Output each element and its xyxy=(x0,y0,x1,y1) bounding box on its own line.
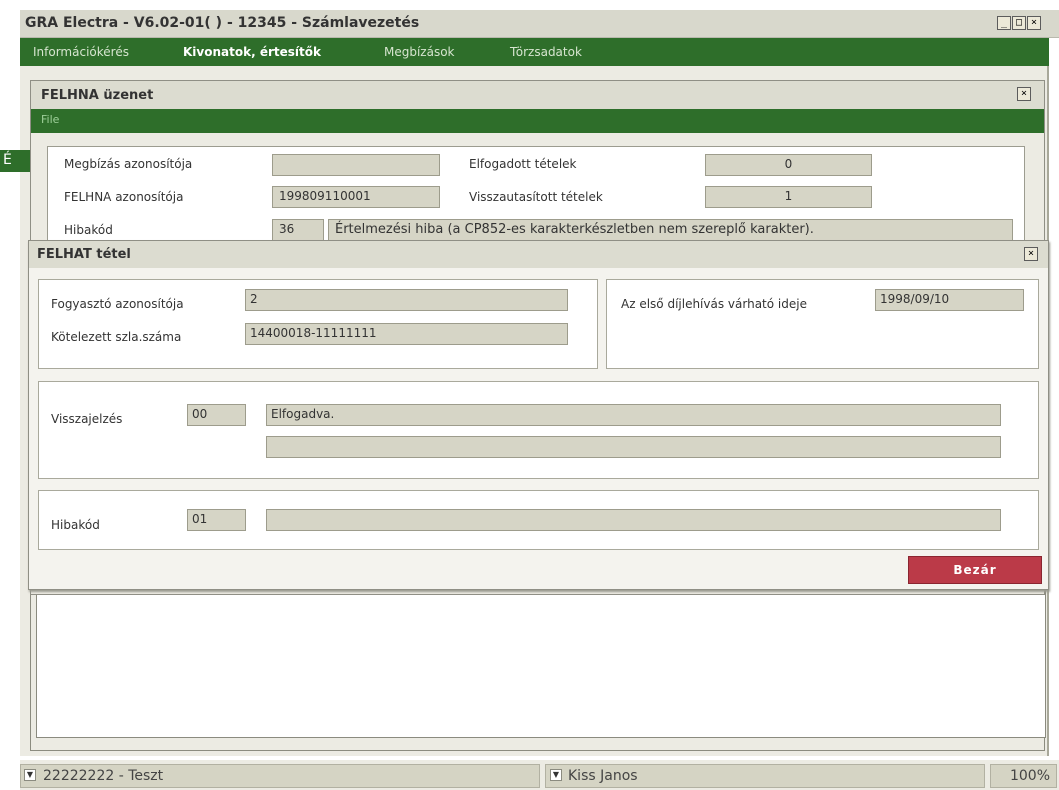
felhna-azonosito-label: FELHNA azonosítója xyxy=(64,190,184,204)
felhat-dialog-titlebar: FELHAT tétel × xyxy=(29,241,1048,268)
menu-item-megbizasok[interactable]: Megbízások xyxy=(384,45,455,59)
status-zoom: 100% xyxy=(990,764,1057,788)
kotelezett-szlaszama-field[interactable]: 14400018-11111111 xyxy=(245,323,568,345)
menu-item-torzsadatok[interactable]: Törzsadatok xyxy=(510,45,582,59)
felhna-hibakod-text-field[interactable]: Értelmezési hiba (a CP852-es karakterkés… xyxy=(328,219,1013,241)
felhna-dialog-title: FELHNA üzenet xyxy=(41,88,154,103)
felhna-file-menu[interactable]: File xyxy=(41,113,59,126)
felhat-dialog-title: FELHAT tétel xyxy=(37,247,131,262)
status-account[interactable]: 22222222 - Teszt xyxy=(20,764,540,788)
close-window-icon[interactable]: × xyxy=(1027,16,1041,30)
background-list-area xyxy=(36,588,1046,738)
felhna-azonosito-field[interactable]: 199809110001 xyxy=(272,186,440,208)
megbizas-azonosito-label: Megbízás azonosítója xyxy=(64,157,193,171)
visszautasitott-tetelek-field[interactable]: 1 xyxy=(705,186,872,208)
visszajelzes-code-field[interactable]: 00 xyxy=(187,404,246,426)
background-tab-label: É xyxy=(3,152,12,168)
felhna-close-icon[interactable]: × xyxy=(1017,87,1031,101)
visszajelzes-group xyxy=(38,381,1039,479)
menu-item-informaciokeres[interactable]: Információkérés xyxy=(33,45,129,59)
felhat-hibakod-text-field[interactable] xyxy=(266,509,1001,531)
menu-item-kivonatok[interactable]: Kivonatok, értesítők xyxy=(183,45,321,59)
fogyaszto-azonosito-field[interactable]: 2 xyxy=(245,289,568,311)
felhna-dialog-titlebar: FELHNA üzenet × xyxy=(31,81,1044,109)
elfogadott-tetelek-label: Elfogadott tételek xyxy=(469,157,577,171)
felhat-close-icon[interactable]: × xyxy=(1024,247,1038,261)
felhna-hibakod-code-field[interactable]: 36 xyxy=(272,219,324,241)
account-dropdown-icon[interactable]: ▼ xyxy=(24,769,36,781)
felhna-menubar: File xyxy=(31,109,1044,133)
elfogadott-tetelek-field[interactable]: 0 xyxy=(705,154,872,176)
felhna-hibakod-label: Hibakód xyxy=(64,223,113,237)
felhat-hibakod-label: Hibakód xyxy=(51,518,100,532)
minimize-icon[interactable]: _ xyxy=(997,16,1011,30)
felhat-hibakod-code-field[interactable]: 01 xyxy=(187,509,246,531)
user-dropdown-icon[interactable]: ▼ xyxy=(550,769,562,781)
megbizas-azonosito-field[interactable] xyxy=(272,154,440,176)
visszajelzes-text2-field[interactable] xyxy=(266,436,1001,458)
bezar-button[interactable]: Bezár xyxy=(908,556,1042,584)
background-tab-strip: É xyxy=(0,150,30,172)
visszautasitott-tetelek-label: Visszautasított tételek xyxy=(469,190,603,204)
visszajelzes-text-field[interactable]: Elfogadva. xyxy=(266,404,1001,426)
visszajelzes-label: Visszajelzés xyxy=(51,412,123,426)
fogyaszto-azonosito-label: Fogyasztó azonosítója xyxy=(51,297,184,311)
maximize-icon[interactable]: □ xyxy=(1012,16,1026,30)
window-title: GRA Electra - V6.02-01( ) - 12345 - Szám… xyxy=(25,15,420,31)
window-titlebar: GRA Electra - V6.02-01( ) - 12345 - Szám… xyxy=(20,10,1059,38)
status-user[interactable]: Kiss Janos xyxy=(545,764,985,788)
elso-dijlehivas-field[interactable]: 1998/09/10 xyxy=(875,289,1024,311)
kotelezett-szlaszama-label: Kötelezett szla.száma xyxy=(51,330,182,344)
main-menubar: Információkérés Kivonatok, értesítők Meg… xyxy=(20,38,1049,66)
elso-dijlehivas-label: Az első díjlehívás várható ideje xyxy=(621,297,807,311)
